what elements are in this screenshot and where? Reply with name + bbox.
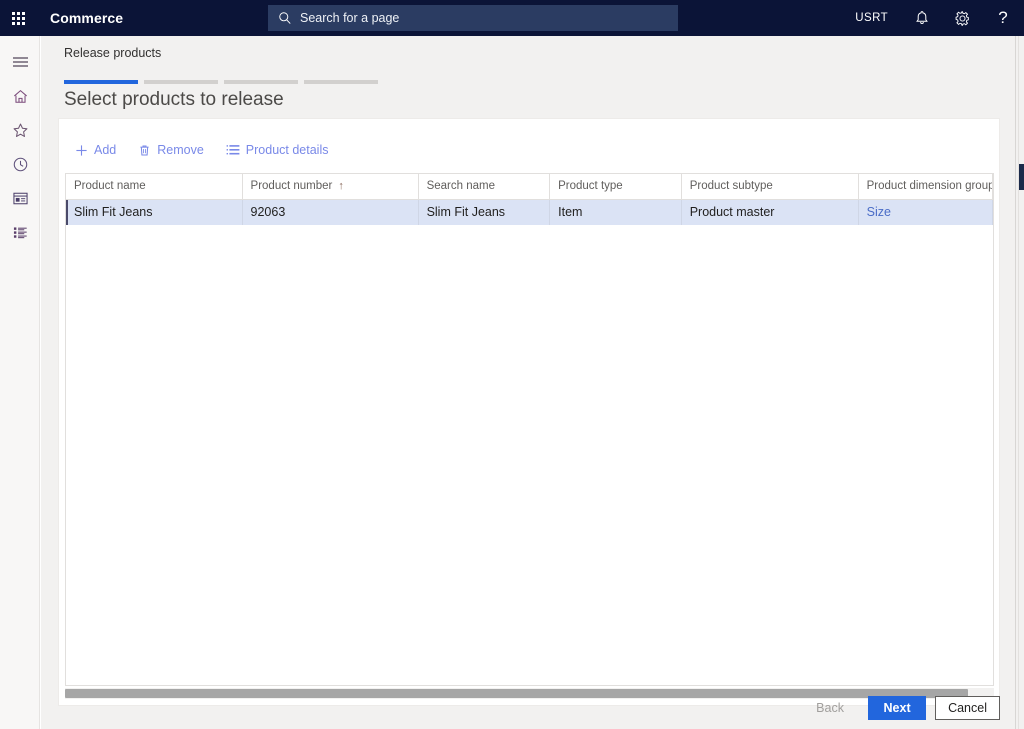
column-header-0[interactable]: Product name bbox=[66, 174, 242, 199]
product-details-button-label: Product details bbox=[246, 143, 329, 157]
wizard-step-3[interactable] bbox=[224, 80, 298, 84]
column-header-label: Product type bbox=[558, 180, 623, 192]
table-cell-4[interactable]: Product master bbox=[681, 199, 858, 225]
column-header-4[interactable]: Product subtype bbox=[681, 174, 858, 199]
star-icon bbox=[12, 122, 29, 139]
add-button-label: Add bbox=[94, 143, 116, 157]
top-navigation-bar: Commerce Search for a page USRT ? bbox=[0, 0, 1024, 36]
cell-text: Product master bbox=[690, 205, 775, 219]
clock-icon bbox=[12, 156, 29, 173]
column-header-label: Product name bbox=[74, 180, 146, 192]
company-selector[interactable]: USRT bbox=[841, 0, 902, 36]
cancel-button[interactable]: Cancel bbox=[935, 696, 1000, 720]
products-grid: Product name Product number ↑ Search name Pr… bbox=[65, 173, 994, 686]
search-box[interactable]: Search for a page bbox=[268, 5, 678, 31]
table-cell-2[interactable]: Slim Fit Jeans bbox=[418, 199, 550, 225]
grid-toolbar: Add Remove bbox=[67, 139, 336, 161]
sidebar-item-modules[interactable] bbox=[0, 215, 40, 249]
wizard-step-2[interactable] bbox=[144, 80, 218, 84]
page-vertical-scrollbar-thumb[interactable] bbox=[1019, 164, 1024, 190]
app-launcher-button[interactable] bbox=[0, 0, 36, 36]
back-button[interactable]: Back bbox=[801, 696, 859, 720]
sidebar-item-workspaces[interactable] bbox=[0, 181, 40, 215]
product-details-button[interactable]: Product details bbox=[218, 139, 337, 161]
wizard-footer: Back Next Cancel bbox=[801, 696, 1000, 720]
search-icon bbox=[278, 11, 292, 25]
products-card: Add Remove bbox=[58, 118, 1000, 706]
cell-text: Slim Fit Jeans bbox=[427, 205, 506, 219]
products-table: Product name Product number ↑ Search name Pr… bbox=[66, 174, 993, 225]
help-button[interactable]: ? bbox=[982, 0, 1024, 36]
hamburger-icon bbox=[12, 55, 29, 69]
remove-button[interactable]: Remove bbox=[130, 139, 212, 161]
column-header-label: Product number bbox=[251, 180, 333, 192]
table-cell-5[interactable]: Size bbox=[858, 199, 992, 225]
column-header-label: Product subtype bbox=[690, 180, 773, 192]
column-header-label: Search name bbox=[427, 180, 495, 192]
cell-text: Item bbox=[558, 205, 582, 219]
wizard-step-4[interactable] bbox=[304, 80, 378, 84]
app-launcher-icon bbox=[12, 12, 25, 25]
next-button[interactable]: Next bbox=[868, 696, 926, 720]
remove-button-label: Remove bbox=[157, 143, 204, 157]
table-cell-0[interactable]: Slim Fit Jeans bbox=[66, 199, 242, 225]
page-right-edge bbox=[1015, 36, 1016, 729]
wizard-step-indicator bbox=[64, 80, 378, 84]
column-header-1[interactable]: Product number ↑ bbox=[242, 174, 418, 199]
page-content: Release products Select products to rele… bbox=[41, 36, 1024, 729]
cell-text: Slim Fit Jeans bbox=[74, 205, 153, 219]
sidebar-item-home[interactable] bbox=[0, 79, 40, 113]
cell-text: 92063 bbox=[251, 205, 286, 219]
table-header: Product name Product number ↑ Search name Pr… bbox=[66, 174, 993, 199]
sort-ascending-icon: ↑ bbox=[338, 180, 344, 192]
list-icon bbox=[12, 225, 29, 240]
plus-icon bbox=[75, 144, 88, 157]
column-header-5[interactable]: Product dimension group bbox=[858, 174, 992, 199]
page-vertical-scrollbar[interactable] bbox=[1018, 36, 1024, 729]
search-placeholder: Search for a page bbox=[300, 11, 399, 25]
table-cell-3[interactable]: Item bbox=[550, 199, 682, 225]
workspace-icon bbox=[12, 191, 29, 206]
bell-icon bbox=[914, 10, 930, 26]
column-header-2[interactable]: Search name bbox=[418, 174, 550, 199]
app-title: Commerce bbox=[50, 10, 123, 26]
page-title: Select products to release bbox=[64, 89, 284, 111]
table-header-row: Product name Product number ↑ Search name Pr… bbox=[66, 174, 993, 199]
settings-button[interactable] bbox=[942, 0, 982, 36]
table-row[interactable]: Slim Fit Jeans 92063 Slim Fit Jeans Item Pro… bbox=[66, 199, 993, 225]
top-bar-right-group: USRT ? bbox=[841, 0, 1024, 36]
left-navigation-rail bbox=[0, 36, 40, 729]
sidebar-item-expand-navigation[interactable] bbox=[0, 45, 40, 79]
trash-icon bbox=[138, 144, 151, 157]
wizard-step-1[interactable] bbox=[64, 80, 138, 84]
table-body: Slim Fit Jeans 92063 Slim Fit Jeans Item Pro… bbox=[66, 199, 993, 225]
cell-link[interactable]: Size bbox=[867, 205, 891, 219]
table-cell-1[interactable]: 92063 bbox=[242, 199, 418, 225]
notifications-button[interactable] bbox=[902, 0, 942, 36]
home-icon bbox=[12, 88, 29, 105]
column-header-label: Product dimension group bbox=[867, 180, 993, 192]
column-header-3[interactable]: Product type bbox=[550, 174, 682, 199]
sidebar-item-favorites[interactable] bbox=[0, 113, 40, 147]
sidebar-item-recent[interactable] bbox=[0, 147, 40, 181]
details-list-icon bbox=[226, 144, 240, 156]
breadcrumb[interactable]: Release products bbox=[64, 46, 161, 60]
gear-icon bbox=[954, 10, 971, 27]
add-button[interactable]: Add bbox=[67, 139, 124, 161]
